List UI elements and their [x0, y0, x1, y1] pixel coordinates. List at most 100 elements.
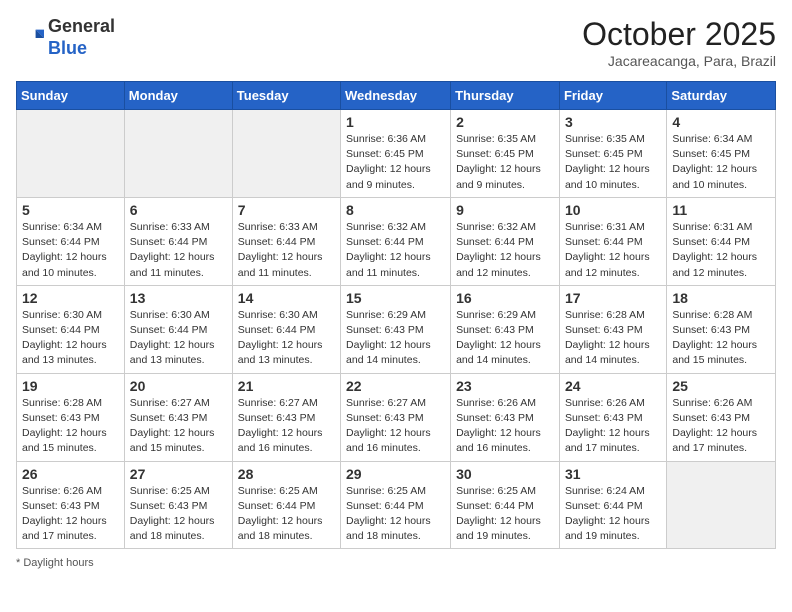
calendar-cell: 9 Sunrise: 6:32 AM Sunset: 6:44 PM Daylig…: [451, 197, 560, 285]
title-block: October 2025 Jacareacanga, Para, Brazil: [582, 16, 776, 69]
calendar-cell: 13 Sunrise: 6:30 AM Sunset: 6:44 PM Dayli…: [124, 285, 232, 373]
calendar-day-header: Friday: [559, 82, 666, 110]
cell-content: Sunrise: 6:26 AM Sunset: 6:43 PM Dayligh…: [22, 484, 119, 545]
cell-content: Sunrise: 6:28 AM Sunset: 6:43 PM Dayligh…: [22, 396, 119, 457]
calendar-cell: 1 Sunrise: 6:36 AM Sunset: 6:45 PM Daylig…: [341, 110, 451, 198]
calendar-cell: 8 Sunrise: 6:32 AM Sunset: 6:44 PM Daylig…: [341, 197, 451, 285]
calendar-cell: 26 Sunrise: 6:26 AM Sunset: 6:43 PM Dayli…: [17, 461, 125, 549]
calendar-cell: 20 Sunrise: 6:27 AM Sunset: 6:43 PM Dayli…: [124, 373, 232, 461]
cell-content: Sunrise: 6:36 AM Sunset: 6:45 PM Dayligh…: [346, 132, 445, 193]
cell-content: Sunrise: 6:25 AM Sunset: 6:43 PM Dayligh…: [130, 484, 227, 545]
calendar-cell: 10 Sunrise: 6:31 AM Sunset: 6:44 PM Dayli…: [559, 197, 666, 285]
calendar-cell: 31Sunrise: 6:24 AM Sunset: 6:44 PM Dayli…: [559, 461, 666, 549]
calendar-cell: 6Sunrise: 6:33 AM Sunset: 6:44 PM Daylig…: [124, 197, 232, 285]
cell-content: Sunrise: 6:35 AM Sunset: 6:45 PM Dayligh…: [456, 132, 554, 193]
day-number: 24: [565, 378, 661, 394]
calendar-day-header: Sunday: [17, 82, 125, 110]
cell-content: Sunrise: 6:30 AM Sunset: 6:44 PM Dayligh…: [22, 308, 119, 369]
calendar-cell: 29 Sunrise: 6:25 AM Sunset: 6:44 PM Dayli…: [341, 461, 451, 549]
cell-content: Sunrise: 6:32 AM Sunset: 6:44 PM Dayligh…: [346, 220, 445, 281]
day-number: 3: [565, 114, 661, 130]
cell-content: Sunrise: 6:30 AM Sunset: 6:44 PM Dayligh…: [238, 308, 335, 369]
calendar-cell: 19 Sunrise: 6:28 AM Sunset: 6:43 PM Dayli…: [17, 373, 125, 461]
cell-content: Sunrise: 6:26 AM Sunset: 6:43 PM Dayligh…: [565, 396, 661, 457]
cell-content: Sunrise: 6:31 AM Sunset: 6:44 PM Dayligh…: [672, 220, 770, 281]
calendar-cell: 27Sunrise: 6:25 AM Sunset: 6:43 PM Dayli…: [124, 461, 232, 549]
calendar-cell: 15 Sunrise: 6:29 AM Sunset: 6:43 PM Dayli…: [341, 285, 451, 373]
calendar-cell: [232, 110, 340, 198]
cell-content: Sunrise: 6:29 AM Sunset: 6:43 PM Dayligh…: [346, 308, 445, 369]
footer-note: * Daylight hours: [16, 557, 776, 569]
cell-content: Sunrise: 6:33 AM Sunset: 6:44 PM Dayligh…: [130, 220, 227, 281]
calendar-cell: 5Sunrise: 6:34 AM Sunset: 6:44 PM Daylig…: [17, 197, 125, 285]
day-number: 29: [346, 466, 445, 482]
cell-content: Sunrise: 6:34 AM Sunset: 6:44 PM Dayligh…: [22, 220, 119, 281]
cell-content: Sunrise: 6:27 AM Sunset: 6:43 PM Dayligh…: [238, 396, 335, 457]
calendar-cell: 3Sunrise: 6:35 AM Sunset: 6:45 PM Daylig…: [559, 110, 666, 198]
day-number: 9: [456, 202, 554, 218]
cell-content: Sunrise: 6:32 AM Sunset: 6:44 PM Dayligh…: [456, 220, 554, 281]
cell-content: Sunrise: 6:27 AM Sunset: 6:43 PM Dayligh…: [346, 396, 445, 457]
day-number: 19: [22, 378, 119, 394]
day-number: 13: [130, 290, 227, 306]
day-number: 28: [238, 466, 335, 482]
calendar-cell: 25Sunrise: 6:26 AM Sunset: 6:43 PM Dayli…: [667, 373, 776, 461]
day-number: 26: [22, 466, 119, 482]
cell-content: Sunrise: 6:31 AM Sunset: 6:44 PM Dayligh…: [565, 220, 661, 281]
day-number: 1: [346, 114, 445, 130]
calendar-cell: 24 Sunrise: 6:26 AM Sunset: 6:43 PM Dayli…: [559, 373, 666, 461]
cell-content: Sunrise: 6:29 AM Sunset: 6:43 PM Dayligh…: [456, 308, 554, 369]
calendar-cell: 7 Sunrise: 6:33 AM Sunset: 6:44 PM Daylig…: [232, 197, 340, 285]
day-number: 25: [672, 378, 770, 394]
day-number: 30: [456, 466, 554, 482]
day-number: 4: [672, 114, 770, 130]
cell-content: Sunrise: 6:34 AM Sunset: 6:45 PM Dayligh…: [672, 132, 770, 193]
calendar-week-row: 26 Sunrise: 6:26 AM Sunset: 6:43 PM Dayli…: [17, 461, 776, 549]
calendar-cell: 22Sunrise: 6:27 AM Sunset: 6:43 PM Dayli…: [341, 373, 451, 461]
calendar-cell: 2 Sunrise: 6:35 AM Sunset: 6:45 PM Daylig…: [451, 110, 560, 198]
calendar-cell: 4 Sunrise: 6:34 AM Sunset: 6:45 PM Daylig…: [667, 110, 776, 198]
calendar-day-header: Monday: [124, 82, 232, 110]
calendar-table: SundayMondayTuesdayWednesdayThursdayFrid…: [16, 81, 776, 549]
calendar-cell: 17Sunrise: 6:28 AM Sunset: 6:43 PM Dayli…: [559, 285, 666, 373]
page-header: General Blue October 2025 Jacareacanga, …: [16, 16, 776, 69]
cell-content: Sunrise: 6:30 AM Sunset: 6:44 PM Dayligh…: [130, 308, 227, 369]
calendar-week-row: 1 Sunrise: 6:36 AM Sunset: 6:45 PM Daylig…: [17, 110, 776, 198]
day-number: 8: [346, 202, 445, 218]
day-number: 16: [456, 290, 554, 306]
day-number: 18: [672, 290, 770, 306]
day-number: 2: [456, 114, 554, 130]
calendar-day-header: Thursday: [451, 82, 560, 110]
cell-content: Sunrise: 6:25 AM Sunset: 6:44 PM Dayligh…: [346, 484, 445, 545]
day-number: 12: [22, 290, 119, 306]
calendar-cell: 14 Sunrise: 6:30 AM Sunset: 6:44 PM Dayli…: [232, 285, 340, 373]
calendar-cell: 18 Sunrise: 6:28 AM Sunset: 6:43 PM Dayli…: [667, 285, 776, 373]
calendar-cell: 11 Sunrise: 6:31 AM Sunset: 6:44 PM Dayli…: [667, 197, 776, 285]
cell-content: Sunrise: 6:27 AM Sunset: 6:43 PM Dayligh…: [130, 396, 227, 457]
calendar-cell: [17, 110, 125, 198]
month-title: October 2025: [582, 16, 776, 53]
day-number: 15: [346, 290, 445, 306]
calendar-week-row: 12 Sunrise: 6:30 AM Sunset: 6:44 PM Dayli…: [17, 285, 776, 373]
calendar-header-row: SundayMondayTuesdayWednesdayThursdayFrid…: [17, 82, 776, 110]
day-number: 21: [238, 378, 335, 394]
cell-content: Sunrise: 6:28 AM Sunset: 6:43 PM Dayligh…: [672, 308, 770, 369]
cell-content: Sunrise: 6:33 AM Sunset: 6:44 PM Dayligh…: [238, 220, 335, 281]
logo-text: General Blue: [48, 16, 115, 59]
logo-icon: [16, 24, 44, 52]
calendar-cell: 16 Sunrise: 6:29 AM Sunset: 6:43 PM Dayli…: [451, 285, 560, 373]
cell-content: Sunrise: 6:25 AM Sunset: 6:44 PM Dayligh…: [238, 484, 335, 545]
calendar-cell: 12 Sunrise: 6:30 AM Sunset: 6:44 PM Dayli…: [17, 285, 125, 373]
day-number: 7: [238, 202, 335, 218]
logo: General Blue: [16, 16, 115, 59]
day-number: 10: [565, 202, 661, 218]
calendar-day-header: Tuesday: [232, 82, 340, 110]
day-number: 11: [672, 202, 770, 218]
day-number: 14: [238, 290, 335, 306]
day-number: 20: [130, 378, 227, 394]
calendar-cell: 21 Sunrise: 6:27 AM Sunset: 6:43 PM Dayli…: [232, 373, 340, 461]
calendar-day-header: Wednesday: [341, 82, 451, 110]
calendar-week-row: 19 Sunrise: 6:28 AM Sunset: 6:43 PM Dayli…: [17, 373, 776, 461]
calendar-cell: 30Sunrise: 6:25 AM Sunset: 6:44 PM Dayli…: [451, 461, 560, 549]
calendar-cell: 23Sunrise: 6:26 AM Sunset: 6:43 PM Dayli…: [451, 373, 560, 461]
